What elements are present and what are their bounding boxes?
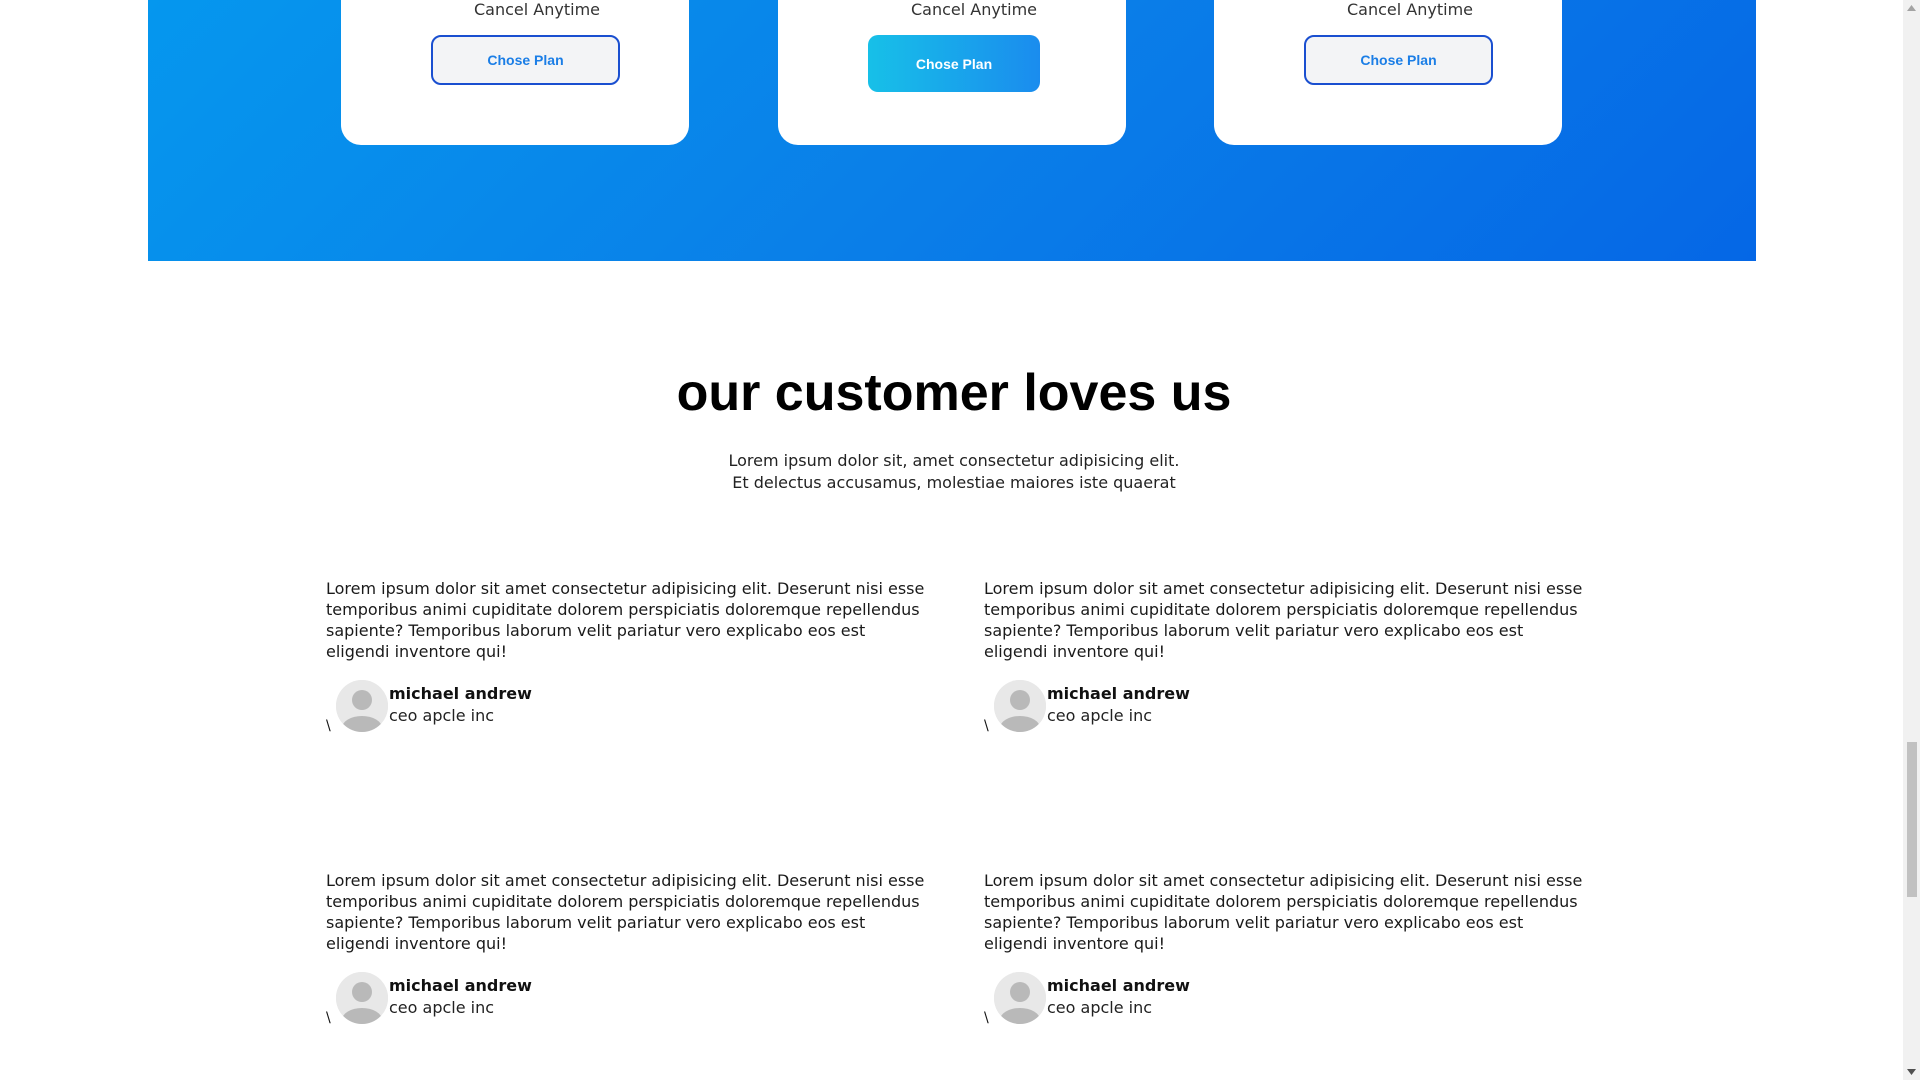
- author-name: michael andrew: [389, 684, 532, 703]
- user-avatar-icon: [336, 972, 388, 1024]
- stray-character: \: [984, 1010, 989, 1026]
- author-name: michael andrew: [389, 976, 532, 995]
- testimonial-author: \ michael andrew ceo apcle inc: [984, 972, 1584, 1028]
- testimonial-quote: Lorem ipsum dolor sit amet consectetur a…: [326, 579, 925, 661]
- subtitle-line: Et delectus accusamus, molestiae maiores…: [732, 473, 1176, 492]
- pricing-card-basic: Cancel Anytime Chose Plan: [341, 0, 689, 145]
- testimonial-author: \ michael andrew ceo apcle inc: [984, 680, 1584, 736]
- cancel-anytime-text: Cancel Anytime: [474, 0, 600, 19]
- chose-plan-button[interactable]: Chose Plan: [431, 35, 620, 85]
- chose-plan-button[interactable]: Chose Plan: [1304, 35, 1493, 85]
- author-role: ceo apcle inc: [1047, 706, 1153, 725]
- user-avatar-icon: [336, 680, 388, 732]
- author-name: michael andrew: [1047, 684, 1190, 703]
- author-role: ceo apcle inc: [389, 998, 495, 1017]
- vertical-scrollbar[interactable]: [1903, 0, 1920, 1080]
- testimonial-card: Lorem ipsum dolor sit amet consectetur a…: [326, 870, 926, 1028]
- pricing-card-featured: Cancel Anytime Chose Plan: [778, 0, 1126, 145]
- stray-character: \: [326, 1010, 331, 1026]
- scroll-up-arrow-icon[interactable]: [1903, 0, 1920, 16]
- scrollbar-thumb[interactable]: [1907, 742, 1917, 897]
- testimonials-subtitle: Lorem ipsum dolor sit, amet consectetur …: [0, 450, 1908, 494]
- author-role: ceo apcle inc: [1047, 998, 1153, 1017]
- testimonial-card: Lorem ipsum dolor sit amet consectetur a…: [326, 578, 926, 736]
- user-avatar-icon: [994, 680, 1046, 732]
- cancel-anytime-text: Cancel Anytime: [1347, 0, 1473, 19]
- chose-plan-button[interactable]: Chose Plan: [868, 35, 1040, 92]
- cancel-anytime-text: Cancel Anytime: [911, 0, 1037, 19]
- testimonial-quote: Lorem ipsum dolor sit amet consectetur a…: [984, 579, 1583, 661]
- author-name: michael andrew: [1047, 976, 1190, 995]
- author-role: ceo apcle inc: [389, 706, 495, 725]
- stray-character: \: [326, 718, 331, 734]
- testimonial-author: \ michael andrew ceo apcle inc: [326, 972, 926, 1028]
- subtitle-line: Lorem ipsum dolor sit, amet consectetur …: [728, 451, 1180, 470]
- testimonial-author: \ michael andrew ceo apcle inc: [326, 680, 926, 736]
- pricing-card-premium: Cancel Anytime Chose Plan: [1214, 0, 1562, 145]
- testimonial-card: Lorem ipsum dolor sit amet consectetur a…: [984, 578, 1584, 736]
- stray-character: \: [984, 718, 989, 734]
- page: Cancel Anytime Chose Plan Cancel Anytime…: [0, 0, 1920, 1080]
- user-avatar-icon: [994, 972, 1046, 1024]
- testimonial-quote: Lorem ipsum dolor sit amet consectetur a…: [326, 871, 925, 953]
- testimonial-card: Lorem ipsum dolor sit amet consectetur a…: [984, 870, 1584, 1028]
- pricing-section: Cancel Anytime Chose Plan Cancel Anytime…: [148, 0, 1756, 261]
- testimonial-quote: Lorem ipsum dolor sit amet consectetur a…: [984, 871, 1583, 953]
- scroll-down-arrow-icon[interactable]: [1903, 1064, 1920, 1080]
- testimonials-title: our customer loves us: [676, 364, 1232, 422]
